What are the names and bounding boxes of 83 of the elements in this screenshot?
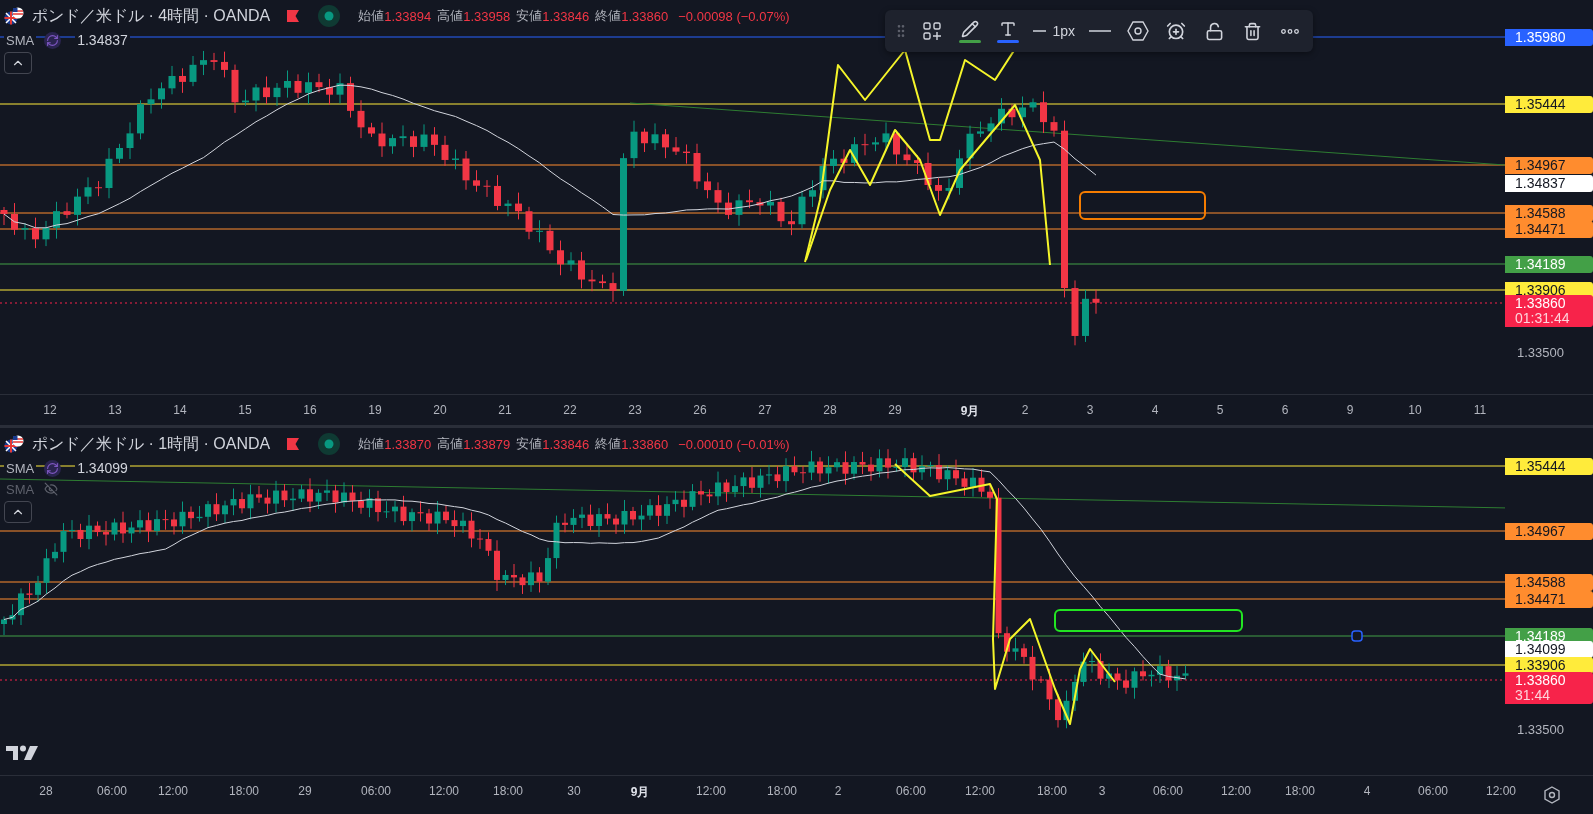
- time-tick: 16: [303, 403, 317, 417]
- ohlc-value: 1.33894: [384, 8, 432, 24]
- time-tick: 18:00: [493, 784, 523, 798]
- ohlc-label: 始値: [358, 7, 385, 25]
- price-label: 1.34471: [1505, 221, 1593, 238]
- time-tick: 3: [1086, 403, 1094, 417]
- time-tick: 2: [1021, 403, 1029, 417]
- price-label: 1.34189: [1505, 256, 1593, 273]
- price-label: 1.35444: [1505, 96, 1593, 113]
- ohlc-label: 高値: [437, 435, 464, 453]
- price-label: 1.34967: [1505, 157, 1593, 174]
- price-change: −0.00098 (−0.07%): [678, 8, 790, 24]
- time-tick: 22: [563, 403, 577, 417]
- time-tick: 2: [834, 784, 842, 798]
- indicator-value: 1.34099: [75, 460, 130, 476]
- time-tick: 18:00: [1285, 784, 1315, 798]
- line-width-button[interactable]: 1px: [1031, 14, 1077, 48]
- time-tick: 11: [1473, 403, 1487, 417]
- price-label: 1.33860 31:44: [1505, 672, 1593, 704]
- time-tick: 21: [498, 403, 512, 417]
- time-tick: 06:00: [97, 784, 127, 798]
- price-label: 1.33860 01:31:44: [1505, 295, 1593, 327]
- ohlc-label: 終値: [595, 7, 622, 25]
- time-tick: 12:00: [429, 784, 459, 798]
- ohlc-value: 1.33870: [384, 436, 432, 452]
- time-tick: 9月: [630, 784, 650, 801]
- time-tick: 12:00: [965, 784, 995, 798]
- symbol-title[interactable]: ポンド／米ドル · 1時間 · OANDA: [32, 433, 271, 455]
- time-tick: 28: [823, 403, 837, 417]
- ohlc-label: 終値: [595, 435, 622, 453]
- price-change: −0.00010 (−0.01%): [678, 436, 790, 452]
- time-tick: 06:00: [1153, 784, 1183, 798]
- time-tick: 20: [433, 403, 447, 417]
- time-tick: 12:00: [1486, 784, 1516, 798]
- time-tick: 12:00: [696, 784, 726, 798]
- symbol-title[interactable]: ポンド／米ドル · 4時間 · OANDA: [32, 5, 271, 27]
- ohlc-value: 1.33879: [463, 436, 511, 452]
- time-tick: 10: [1408, 403, 1422, 417]
- time-tick: 30: [567, 784, 581, 798]
- time-tick: 23: [628, 403, 642, 417]
- price-tick: 1.33500: [1517, 344, 1564, 360]
- time-tick: 4: [1151, 403, 1159, 417]
- ohlc-label: 安値: [516, 7, 543, 25]
- time-tick: 9月: [960, 403, 980, 420]
- time-tick: 12:00: [158, 784, 188, 798]
- time-tick: 5: [1216, 403, 1224, 417]
- time-tick: 06:00: [361, 784, 391, 798]
- ohlc-value: 1.33846: [542, 436, 590, 452]
- price-label: 1.35444: [1505, 458, 1593, 475]
- ohlc-label: 始値: [358, 435, 385, 453]
- time-tick: 15: [238, 403, 252, 417]
- time-tick: 19: [368, 403, 382, 417]
- time-tick: 18:00: [1037, 784, 1067, 798]
- time-tick: 27: [758, 403, 772, 417]
- ohlc-value: 1.33846: [542, 8, 590, 24]
- time-tick: 3: [1098, 784, 1106, 798]
- price-label: 1.34588: [1505, 574, 1593, 591]
- time-tick: 29: [888, 403, 902, 417]
- price-label: 1.34837: [1505, 175, 1593, 192]
- time-tick: 14: [173, 403, 187, 417]
- time-tick: 18:00: [229, 784, 259, 798]
- indicator-value: 1.34837: [75, 32, 130, 48]
- ohlc-label: 安値: [516, 435, 543, 453]
- time-tick: 06:00: [1418, 784, 1448, 798]
- ohlc-label: 高値: [437, 7, 464, 25]
- time-tick: 12:00: [1221, 784, 1251, 798]
- time-tick: 18:00: [767, 784, 797, 798]
- time-tick: 6: [1281, 403, 1289, 417]
- ohlc-value: 1.33860: [621, 8, 669, 24]
- time-tick: 12: [43, 403, 57, 417]
- price-label: 1.34967: [1505, 523, 1593, 540]
- ohlc-value: 1.33958: [463, 8, 511, 24]
- time-tick: 13: [108, 403, 122, 417]
- ohlc-value: 1.33860: [621, 436, 669, 452]
- price-label: 1.34471: [1505, 591, 1593, 608]
- price-label: 1.35980: [1505, 29, 1593, 46]
- price-tick: 1.33500: [1517, 721, 1564, 737]
- time-tick: 29: [298, 784, 312, 798]
- time-tick: 28: [39, 784, 53, 798]
- time-tick: 26: [693, 403, 707, 417]
- time-tick: 06:00: [896, 784, 926, 798]
- time-tick: 4: [1363, 784, 1371, 798]
- time-tick: 9: [1346, 403, 1354, 417]
